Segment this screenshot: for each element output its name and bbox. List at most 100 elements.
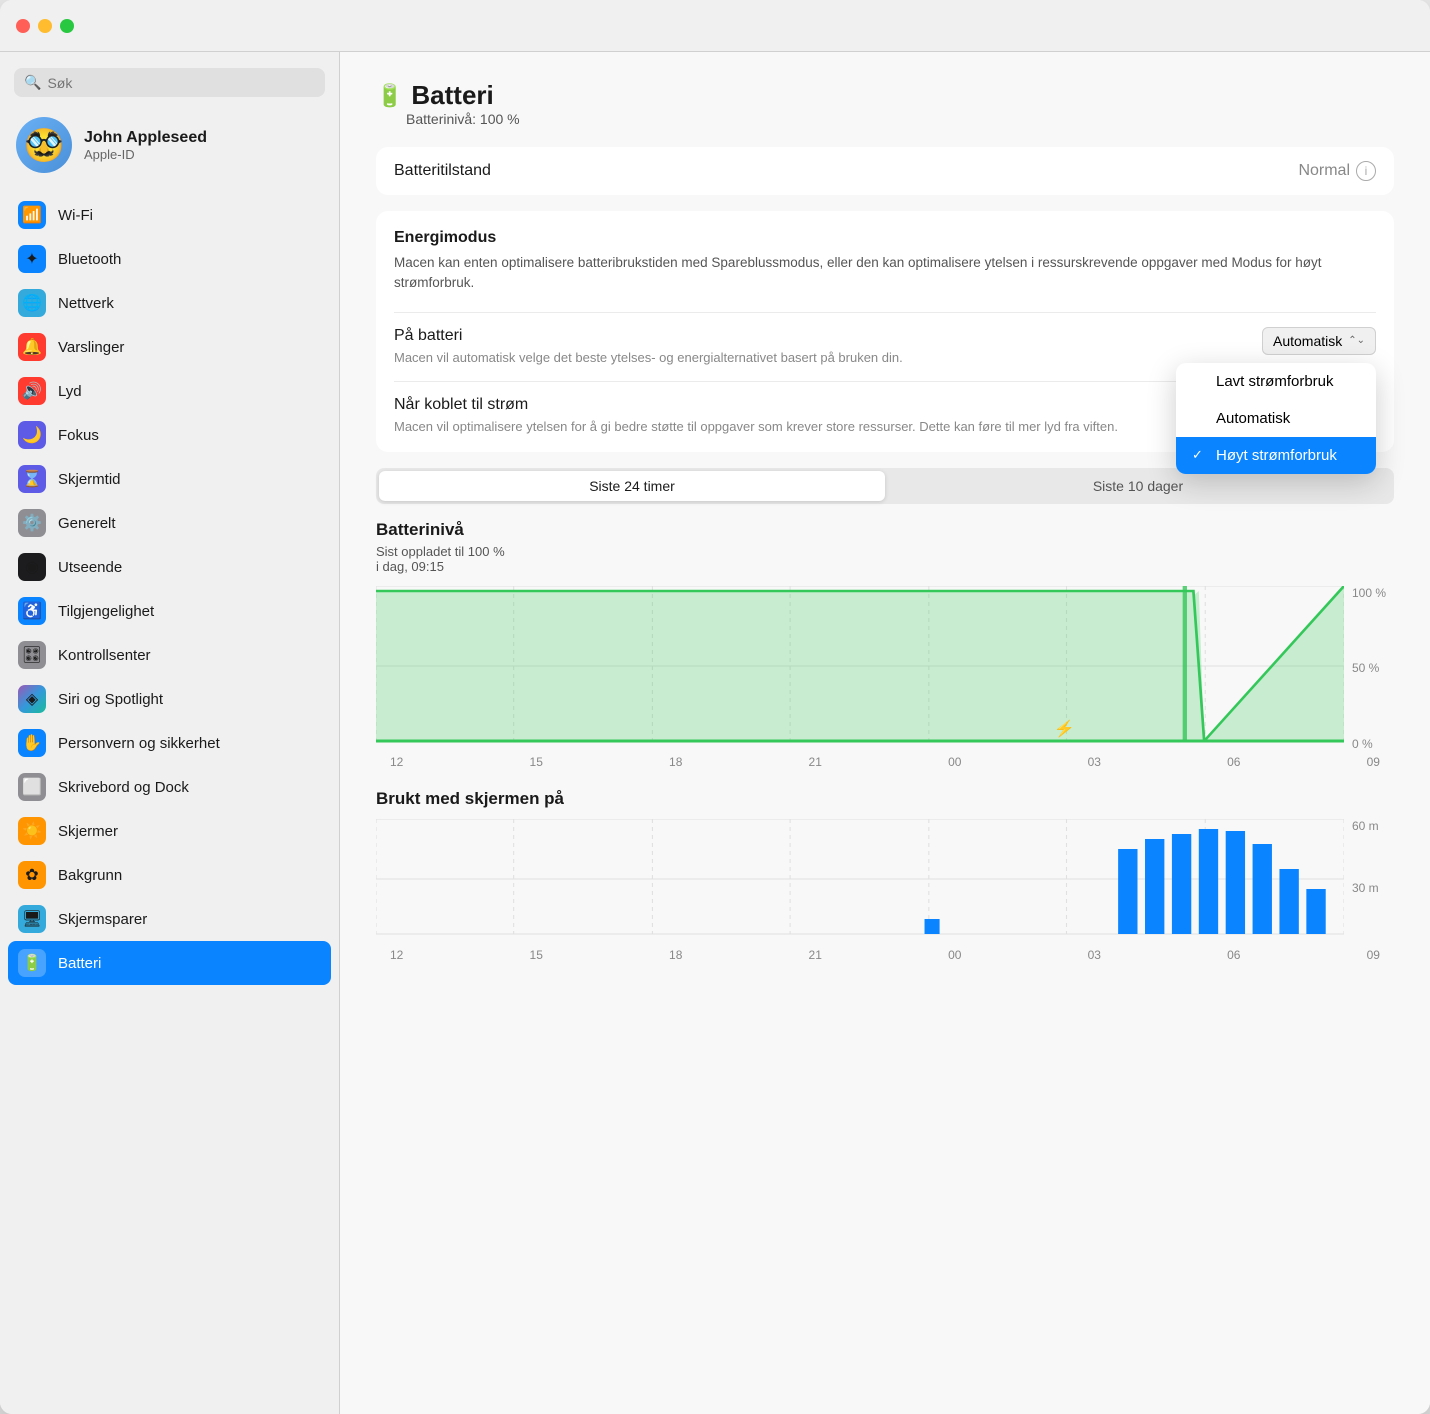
sidebar-item-batteri[interactable]: 🔋 Batteri <box>8 941 331 985</box>
detail-panel: 🔋 Batteri Batterinivå: 100 % Batteritils… <box>340 52 1430 1414</box>
sidebar-item-skrivebord[interactable]: ⬜Skrivebord og Dock <box>8 765 331 809</box>
x-label-06: 06 <box>1227 755 1240 769</box>
sidebar-item-nettverk[interactable]: 🌐Nettverk <box>8 281 331 325</box>
sidebar-item-fokus[interactable]: 🌙Fokus <box>8 413 331 457</box>
bluetooth-icon: ✦ <box>18 245 46 273</box>
screen-x-21: 21 <box>809 948 822 962</box>
screen-x-12: 12 <box>390 948 403 962</box>
sidebar-item-utseende[interactable]: ◉ Utseende <box>8 545 331 589</box>
sidebar-item-skjermsparer[interactable]: 🖥 Skjermsparer <box>8 897 331 941</box>
dropdown-item-high[interactable]: ✓ Høyt strømforbruk <box>1176 437 1376 474</box>
minimize-button[interactable] <box>38 19 52 33</box>
screen-on-section: Brukt med skjermen på <box>376 789 1394 962</box>
battery-chart-section: Batterinivå Sist oppladet til 100 % i da… <box>376 520 1394 769</box>
user-profile[interactable]: 🥸 John Appleseed Apple-ID <box>0 105 339 189</box>
dropdown-label-auto: Automatisk <box>1216 410 1290 427</box>
battery-status-value: Normal i <box>1298 161 1376 181</box>
user-subtitle: Apple-ID <box>84 147 207 162</box>
sidebar-item-skjermtid[interactable]: ⌛ Skjermtid <box>8 457 331 501</box>
sidebar-item-label-bakgrunn: Bakgrunn <box>58 867 122 884</box>
tab-24timer[interactable]: Siste 24 timer <box>379 471 885 501</box>
dropdown-item-low[interactable]: Lavt strømforbruk <box>1176 363 1376 400</box>
skjermer-icon: ☀️ <box>18 817 46 845</box>
user-name: John Appleseed <box>84 129 207 147</box>
sidebar-item-label-fokus: Fokus <box>58 427 99 444</box>
close-button[interactable] <box>16 19 30 33</box>
tilgjengelighet-icon: ♿ <box>18 597 46 625</box>
sidebar-item-varslinger[interactable]: 🔔Varslinger <box>8 325 331 369</box>
screen-y-label-60: 60 m <box>1352 819 1394 833</box>
tab-10dager[interactable]: Siste 10 dager <box>885 471 1391 501</box>
page-title: Batteri <box>411 80 493 111</box>
sidebar-item-label-lyd: Lyd <box>58 383 82 400</box>
main-window: 🔍 🥸 John Appleseed Apple-ID 📶Wi-Fi✦Bluet… <box>0 0 1430 1414</box>
dropdown-menu: Lavt strømforbruk Automatisk ✓ Høyt strø… <box>1176 363 1376 474</box>
search-bar[interactable]: 🔍 <box>14 68 325 97</box>
pa-batteri-dropdown-value: Automatisk <box>1273 333 1342 349</box>
sidebar-item-label-personvern: Personvern og sikkerhet <box>58 735 220 752</box>
koblet-strom-left: Når koblet til strøm Macen vil optimalis… <box>394 396 1262 436</box>
check-icon-high: ✓ <box>1192 447 1208 463</box>
screen-x-00: 00 <box>948 948 961 962</box>
battery-status-card: Batteritilstand Normal i <box>376 147 1394 195</box>
titlebar <box>0 0 1430 52</box>
sidebar-item-label-skrivebord: Skrivebord og Dock <box>58 779 189 796</box>
traffic-lights <box>16 19 74 33</box>
energimodus-title: Energimodus <box>394 229 1376 247</box>
battery-y-labels: 100 % 50 % 0 % <box>1344 586 1394 751</box>
sidebar-item-label-utseende: Utseende <box>58 559 122 576</box>
screen-x-labels: 12 15 18 21 00 03 06 09 <box>376 944 1394 962</box>
batteri-icon: 🔋 <box>18 949 46 977</box>
battery-x-labels: 12 15 18 21 00 03 06 09 <box>376 751 1394 769</box>
sidebar-item-siri[interactable]: ◈Siri og Spotlight <box>8 677 331 721</box>
sidebar-item-label-skjermer: Skjermer <box>58 823 118 840</box>
energimodus-desc: Macen kan enten optimalisere batteribruk… <box>394 253 1376 294</box>
sidebar-item-tilgjengelighet[interactable]: ♿ Tilgjengelighet <box>8 589 331 633</box>
battery-level-label: Batterinivå: 100 % <box>376 111 520 127</box>
sidebar-item-bluetooth[interactable]: ✦Bluetooth <box>8 237 331 281</box>
kontrollsenter-icon: 🎛 <box>18 641 46 669</box>
dropdown-item-auto[interactable]: Automatisk <box>1176 400 1376 437</box>
pa-batteri-dropdown[interactable]: Automatisk ⌃⌄ <box>1262 327 1376 355</box>
y-label-50: 50 % <box>1352 661 1394 675</box>
maximize-button[interactable] <box>60 19 74 33</box>
detail-header: 🔋 Batteri Batterinivå: 100 % <box>376 80 1394 127</box>
y-label-100: 100 % <box>1352 586 1394 600</box>
sidebar-item-skjermer[interactable]: ☀️ Skjermer <box>8 809 331 853</box>
sidebar-item-wifi[interactable]: 📶Wi-Fi <box>8 193 331 237</box>
screen-chart-area <box>376 819 1344 944</box>
varslinger-icon: 🔔 <box>18 333 46 361</box>
battery-chart-wrapper: ⚡ 100 % 50 % 0 % <box>376 586 1394 751</box>
dropdown-label-high: Høyt strømforbruk <box>1216 447 1337 464</box>
battery-status-row: Batteritilstand Normal i <box>376 147 1394 195</box>
pa-batteri-row: På batteri Macen vil automatisk velge de… <box>394 312 1376 381</box>
sidebar-item-kontrollsenter[interactable]: 🎛Kontrollsenter <box>8 633 331 677</box>
search-icon: 🔍 <box>24 74 41 91</box>
sidebar-item-bakgrunn[interactable]: ✿ Bakgrunn <box>8 853 331 897</box>
info-icon[interactable]: i <box>1356 161 1376 181</box>
y-label-0: 0 % <box>1352 737 1394 751</box>
screen-x-09: 09 <box>1367 948 1380 962</box>
utseende-icon: ◉ <box>18 553 46 581</box>
sidebar-item-label-batteri: Batteri <box>58 955 101 972</box>
pa-batteri-desc: Macen vil automatisk velge det beste yte… <box>394 349 1242 367</box>
avatar: 🥸 <box>16 117 72 173</box>
skjermtid-icon: ⌛ <box>18 465 46 493</box>
skjermsparer-icon: 🖥 <box>18 905 46 933</box>
sidebar-item-label-siri: Siri og Spotlight <box>58 691 163 708</box>
x-label-21: 21 <box>809 755 822 769</box>
pa-batteri-title: På batteri <box>394 327 1242 345</box>
koblet-strom-title: Når koblet til strøm <box>394 396 1242 414</box>
bakgrunn-icon: ✿ <box>18 861 46 889</box>
generelt-icon: ⚙️ <box>18 509 46 537</box>
sidebar-item-label-tilgjengelighet: Tilgjengelighet <box>58 603 154 620</box>
battery-icon: 🔋 <box>376 83 403 109</box>
sidebar-item-label-skjermsparer: Skjermsparer <box>58 911 147 928</box>
search-input[interactable] <box>47 75 315 91</box>
sidebar-item-label-skjermtid: Skjermtid <box>58 471 121 488</box>
sidebar: 🔍 🥸 John Appleseed Apple-ID 📶Wi-Fi✦Bluet… <box>0 52 340 1414</box>
sidebar-item-lyd[interactable]: 🔊Lyd <box>8 369 331 413</box>
sidebar-item-personvern[interactable]: ✋Personvern og sikkerhet <box>8 721 331 765</box>
sidebar-item-generelt[interactable]: ⚙️Generelt <box>8 501 331 545</box>
screen-y-label-30: 30 m <box>1352 881 1394 895</box>
